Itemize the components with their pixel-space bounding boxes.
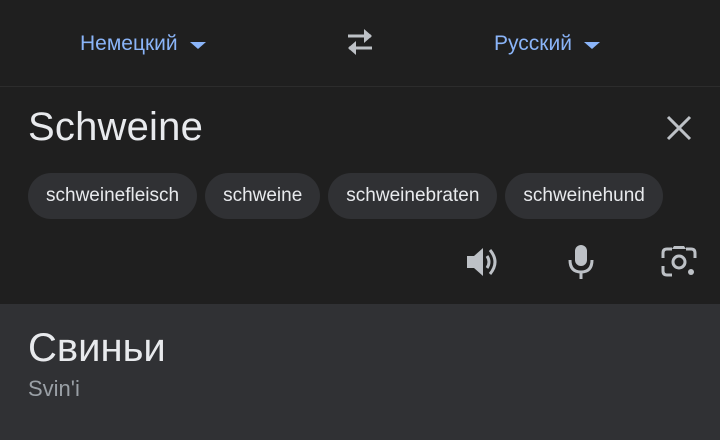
microphone-icon [568,245,594,279]
suggestion-chip[interactable]: schweinefleisch [28,173,198,219]
suggestion-chip[interactable]: schweinebraten [328,173,498,219]
translation-output-area: Свиньи Svin'i [0,304,720,440]
camera-lens-icon [661,246,697,277]
clear-input-button[interactable] [660,109,698,147]
suggestion-chips: schweinefleisch schweine schweinebraten … [28,173,663,219]
target-language-label: Русский [494,32,572,55]
translate-app: Немецкий Русский Schweine schweinefleisc… [0,0,720,440]
voice-input-button[interactable] [558,239,604,285]
caret-down-icon [189,42,206,49]
target-language-selector[interactable]: Русский [494,28,600,60]
source-language-label: Немецкий [80,32,178,55]
swap-arrows-icon [348,29,372,55]
suggestion-chip[interactable]: schweine [205,173,321,219]
speaker-icon [467,248,497,276]
caret-down-icon [583,42,600,49]
source-input-area[interactable]: Schweine schweinefleisch schweine schwei… [0,87,720,304]
swap-languages-button[interactable] [338,24,382,60]
source-text[interactable]: Schweine [28,105,203,150]
listen-button[interactable] [460,239,506,285]
suggestion-chip[interactable]: schweinehund [505,173,663,219]
camera-input-button[interactable] [656,239,702,285]
translation-text: Свиньи [28,326,166,370]
language-bar: Немецкий Русский [0,0,720,87]
transliteration-text: Svin'i [28,376,80,401]
close-icon [666,115,692,141]
source-language-selector[interactable]: Немецкий [80,28,206,60]
